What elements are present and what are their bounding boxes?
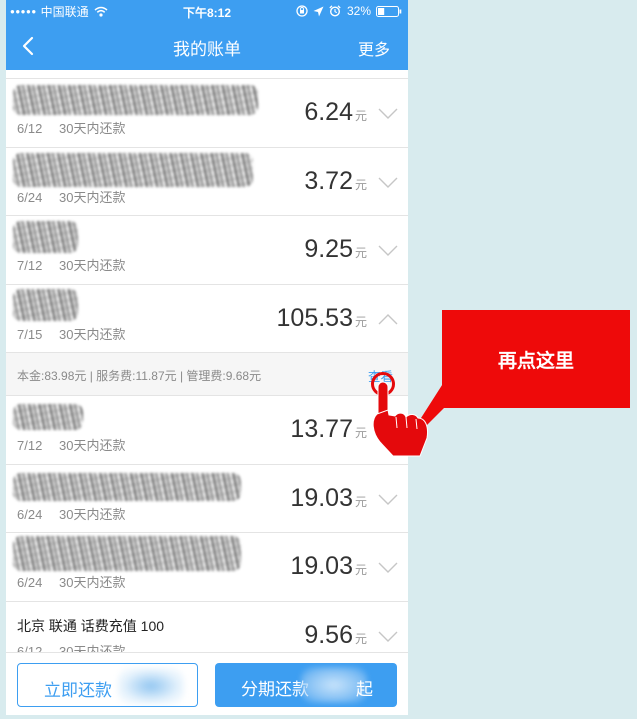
hand-pointer-icon [371, 372, 428, 457]
currency-unit: 元 [354, 177, 367, 192]
bill-amount-value: 3.72 [304, 166, 353, 195]
redacted-merchant-name [13, 288, 78, 321]
bill-amount-value: 13.77 [290, 415, 353, 443]
list-row-partial [6, 70, 408, 79]
currency-unit: 元 [354, 246, 367, 260]
bill-due: 30天内还款 [59, 189, 126, 205]
bottom-action-bar: 立即还款 分期还款 起 [6, 652, 408, 715]
bill-amount: 19.03 元 [290, 552, 367, 581]
bill-meta: 6/12 30天内还款 [17, 118, 125, 137]
currency-unit: 元 [354, 494, 367, 509]
bill-row[interactable]: 6/24 30天内还款 3.72 元 [6, 147, 408, 216]
battery-percent: 32% [346, 4, 371, 18]
alarm-icon [329, 5, 341, 17]
bill-date: 6/24 [17, 575, 43, 590]
nav-bar: 我的账单 更多 [6, 22, 408, 70]
page-title: 我的账单 [173, 40, 241, 59]
bill-meta: 6/24 30天内还款 [17, 187, 125, 206]
redacted-merchant-name [13, 221, 78, 253]
installment-suffix: 起 [356, 680, 373, 699]
bill-due: 30天内还款 [59, 121, 126, 136]
rotation-lock-icon [296, 5, 308, 17]
chevron-down-icon[interactable] [378, 562, 398, 574]
currency-unit: 元 [354, 563, 367, 577]
more-button[interactable]: 更多 [358, 36, 390, 60]
bill-amount-value: 6.24 [304, 98, 353, 126]
currency-unit: 元 [354, 314, 367, 329]
fee-breakdown: 本金:83.98元 | 服务费:11.87元 | 管理费:9.68元 [17, 369, 262, 383]
bill-date: 7/12 [17, 258, 43, 273]
redacted-merchant-name [13, 472, 241, 501]
chevron-down-icon[interactable] [378, 245, 398, 257]
location-arrow-icon [313, 6, 324, 16]
bill-row[interactable]: 6/24 30天内还款 19.03 元 [6, 533, 408, 602]
chevron-down-icon[interactable] [378, 631, 398, 643]
installment-label: 分期还款 [241, 680, 309, 699]
phone-screen: ●●●●● 中国联通 下午8:12 32% 我的账单 更多 6/12 30天内还… [6, 0, 408, 715]
bill-date: 6/24 [17, 189, 43, 205]
chevron-down-icon[interactable] [378, 108, 398, 120]
redacted-merchant-name [13, 152, 253, 187]
chevron-down-icon[interactable] [378, 494, 398, 506]
chevron-up-icon[interactable] [378, 313, 398, 326]
bill-amount-value: 9.25 [304, 235, 353, 263]
currency-unit: 元 [354, 109, 367, 123]
bill-row-expanded[interactable]: 7/15 30天内还款 105.53 元 [6, 284, 408, 353]
bill-due: 30天内还款 [59, 258, 126, 273]
bill-meta: 7/15 30天内还款 [17, 324, 125, 343]
bill-date: 7/12 [17, 438, 43, 453]
bill-due: 30天内还款 [59, 575, 126, 590]
installment-button[interactable]: 分期还款 起 [215, 663, 397, 707]
bill-meta: 7/12 30天内还款 [17, 435, 125, 454]
bill-due: 30天内还款 [59, 326, 126, 342]
status-bar: ●●●●● 中国联通 下午8:12 32% [6, 0, 408, 22]
status-right: 32% [291, 4, 402, 18]
bill-row[interactable]: 7/12 30天内还款 9.25 元 [6, 216, 408, 285]
bill-row[interactable]: 7/12 30天内还款 13.77 元 [6, 396, 408, 465]
redacted-merchant-name [13, 536, 241, 571]
bill-amount: 105.53 元 [277, 304, 367, 333]
bill-amount: 9.25 元 [304, 235, 367, 264]
bill-amount-value: 105.53 [276, 303, 353, 332]
bill-amount-value: 9.56 [304, 620, 353, 649]
annotation-callout: 再点这里 [442, 310, 630, 408]
currency-unit: 元 [354, 631, 367, 646]
repay-now-button[interactable]: 立即还款 [17, 663, 198, 707]
bill-list: 6/12 30天内还款 6.24 元 6/24 30天内还款 3.72 元 7/12 30… [6, 70, 408, 670]
bill-title: 北京 联通 话费充值 100 [17, 617, 165, 634]
bill-amount: 13.77 元 [290, 415, 367, 444]
bill-amount-value: 19.03 [290, 552, 353, 580]
redacted-merchant-name [13, 404, 83, 430]
bill-due: 30天内还款 [59, 506, 126, 522]
battery-icon [376, 5, 402, 17]
bill-amount-value: 19.03 [290, 483, 353, 512]
redaction-smudge [118, 668, 184, 704]
chevron-down-icon[interactable] [378, 177, 398, 189]
bill-date: 6/12 [17, 121, 43, 136]
bill-detail-panel: 本金:83.98元 | 服务费:11.87元 | 管理费:9.68元 查看 [6, 353, 408, 396]
bill-amount: 19.03 元 [290, 484, 367, 513]
bill-meta: 6/24 30天内还款 [17, 572, 125, 591]
repay-now-label: 立即还款 [44, 681, 112, 700]
bill-amount: 9.56 元 [304, 621, 367, 650]
bill-amount: 3.72 元 [304, 167, 367, 196]
redacted-merchant-name [13, 85, 258, 115]
annotation-callout-text: 再点这里 [497, 350, 574, 372]
bill-due: 30天内还款 [59, 438, 126, 453]
bill-date: 6/24 [17, 506, 43, 522]
bill-date: 7/15 [17, 326, 43, 342]
bill-meta: 7/12 30天内还款 [17, 255, 125, 274]
bill-amount: 6.24 元 [304, 98, 367, 127]
bill-row[interactable]: 6/12 30天内还款 6.24 元 [6, 79, 408, 148]
bill-meta: 6/24 30天内还款 [17, 504, 125, 523]
bill-row[interactable]: 6/24 30天内还款 19.03 元 [6, 464, 408, 533]
